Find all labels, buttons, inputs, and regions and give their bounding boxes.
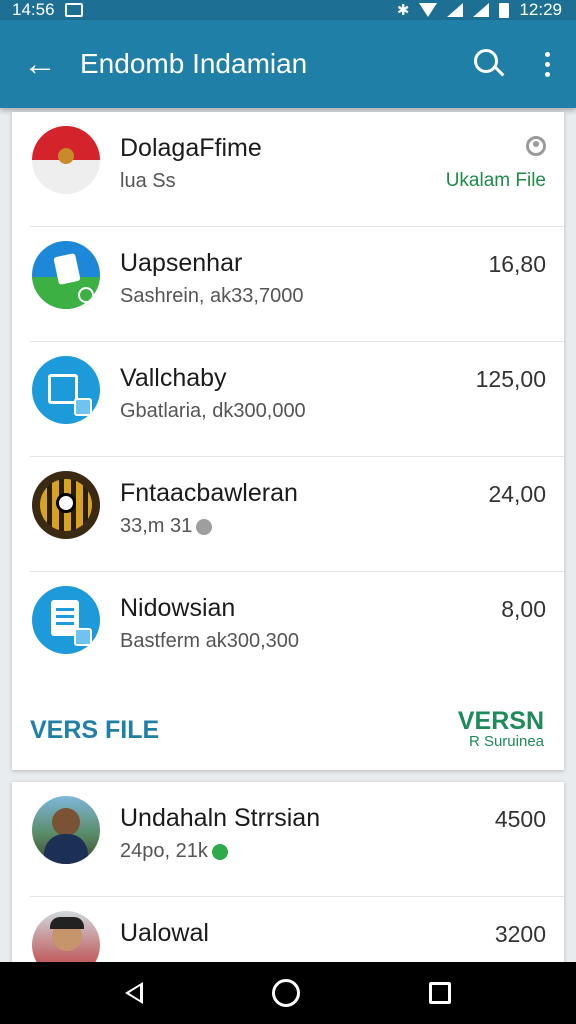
item-amount: 125,00 <box>475 366 546 392</box>
status-time-right: 12:29 <box>519 0 562 19</box>
more-options-button[interactable] <box>518 20 576 108</box>
search-button[interactable] <box>460 20 518 108</box>
item-name: Nidowsian <box>120 594 236 622</box>
nav-home-icon[interactable] <box>271 979 300 1007</box>
flag-avatar <box>32 126 100 194</box>
gold-avatar <box>32 471 100 539</box>
blue-document-avatar <box>32 241 100 309</box>
nav-recents-icon[interactable] <box>429 982 452 1004</box>
item-name: DolagaFfime <box>120 134 262 162</box>
item-name: Uapsenhar <box>120 249 243 277</box>
version-button[interactable]: VERSN R Suruinea <box>458 708 544 750</box>
app-bar: ← Endomb Indamian <box>0 20 576 108</box>
list-item[interactable]: Undahaln Strrsian 24po, 21k 4500 <box>30 782 564 897</box>
upload-file-link[interactable]: Ukalam File <box>446 170 546 192</box>
page-title: Endomb Indamian <box>80 48 308 79</box>
sky-document-avatar <box>32 356 100 424</box>
file-list-card: DolagaFfime lua Ss Ukalam File Uapsenhar… <box>12 112 564 770</box>
item-amount: 8,00 <box>501 596 546 622</box>
list-item[interactable]: Uapsenhar Sashrein, ak33,7000 16,80 <box>30 227 564 342</box>
item-amount: 4500 <box>494 806 546 832</box>
image-icon <box>64 3 83 17</box>
info-icon[interactable] <box>526 136 546 156</box>
photo-avatar <box>32 796 100 864</box>
navigation-bar <box>0 962 576 1024</box>
back-arrow-icon[interactable]: ← <box>0 20 80 108</box>
item-amount: 16,80 <box>488 251 546 277</box>
contact-list-card: Undahaln Strrsian 24po, 21k 4500 Ualowal… <box>12 782 564 979</box>
view-file-button[interactable]: VERS FILE <box>30 716 159 745</box>
version-sublabel: R Suruinea <box>468 733 544 750</box>
item-subtitle-wrap: 33,m 31 <box>120 515 213 538</box>
signal-icon <box>473 3 490 17</box>
version-label: VERSN <box>457 707 544 735</box>
item-subtitle: 33,m 31 <box>120 515 193 537</box>
item-subtitle: 24po, 21k <box>120 840 208 862</box>
bluetooth-icon: ✱ <box>396 2 410 19</box>
item-amount: 24,00 <box>488 481 546 507</box>
list-item[interactable]: DolagaFfime lua Ss Ukalam File <box>30 112 564 227</box>
signal-icon <box>447 3 464 17</box>
wifi-icon <box>419 3 438 17</box>
nav-back-icon[interactable] <box>124 982 143 1004</box>
item-subtitle: Bastferm ak300,300 <box>120 630 299 652</box>
online-dot-icon <box>211 843 228 860</box>
search-icon <box>474 49 505 79</box>
item-subtitle-wrap: 24po, 21k <box>120 840 228 863</box>
card-footer: VERS FILE VERSN R Suruinea <box>12 692 564 770</box>
list-item[interactable]: Vallchaby Gbatlaria, dk300,000 125,00 <box>30 342 564 457</box>
more-vert-icon <box>544 51 550 77</box>
status-time-left: 14:56 <box>12 0 55 19</box>
status-bar: 14:56 ✱ 12:29 <box>0 0 576 20</box>
item-amount: 3200 <box>494 921 546 947</box>
item-name: Ualowal <box>120 919 209 947</box>
document-avatar <box>32 586 100 654</box>
item-name: Fntaacbawleran <box>120 479 298 507</box>
item-subtitle: Gbatlaria, dk300,000 <box>120 400 306 422</box>
status-dot-icon <box>196 518 213 535</box>
item-subtitle: Sashrein, ak33,7000 <box>120 285 304 307</box>
list-item[interactable]: Nidowsian Bastferm ak300,300 8,00 <box>30 572 564 687</box>
list-item[interactable]: Fntaacbawleran 33,m 31 24,00 <box>30 457 564 572</box>
item-name: Undahaln Strrsian <box>120 804 321 832</box>
item-name: Vallchaby <box>120 364 227 392</box>
item-subtitle: lua Ss <box>120 170 176 192</box>
battery-icon <box>499 2 510 18</box>
